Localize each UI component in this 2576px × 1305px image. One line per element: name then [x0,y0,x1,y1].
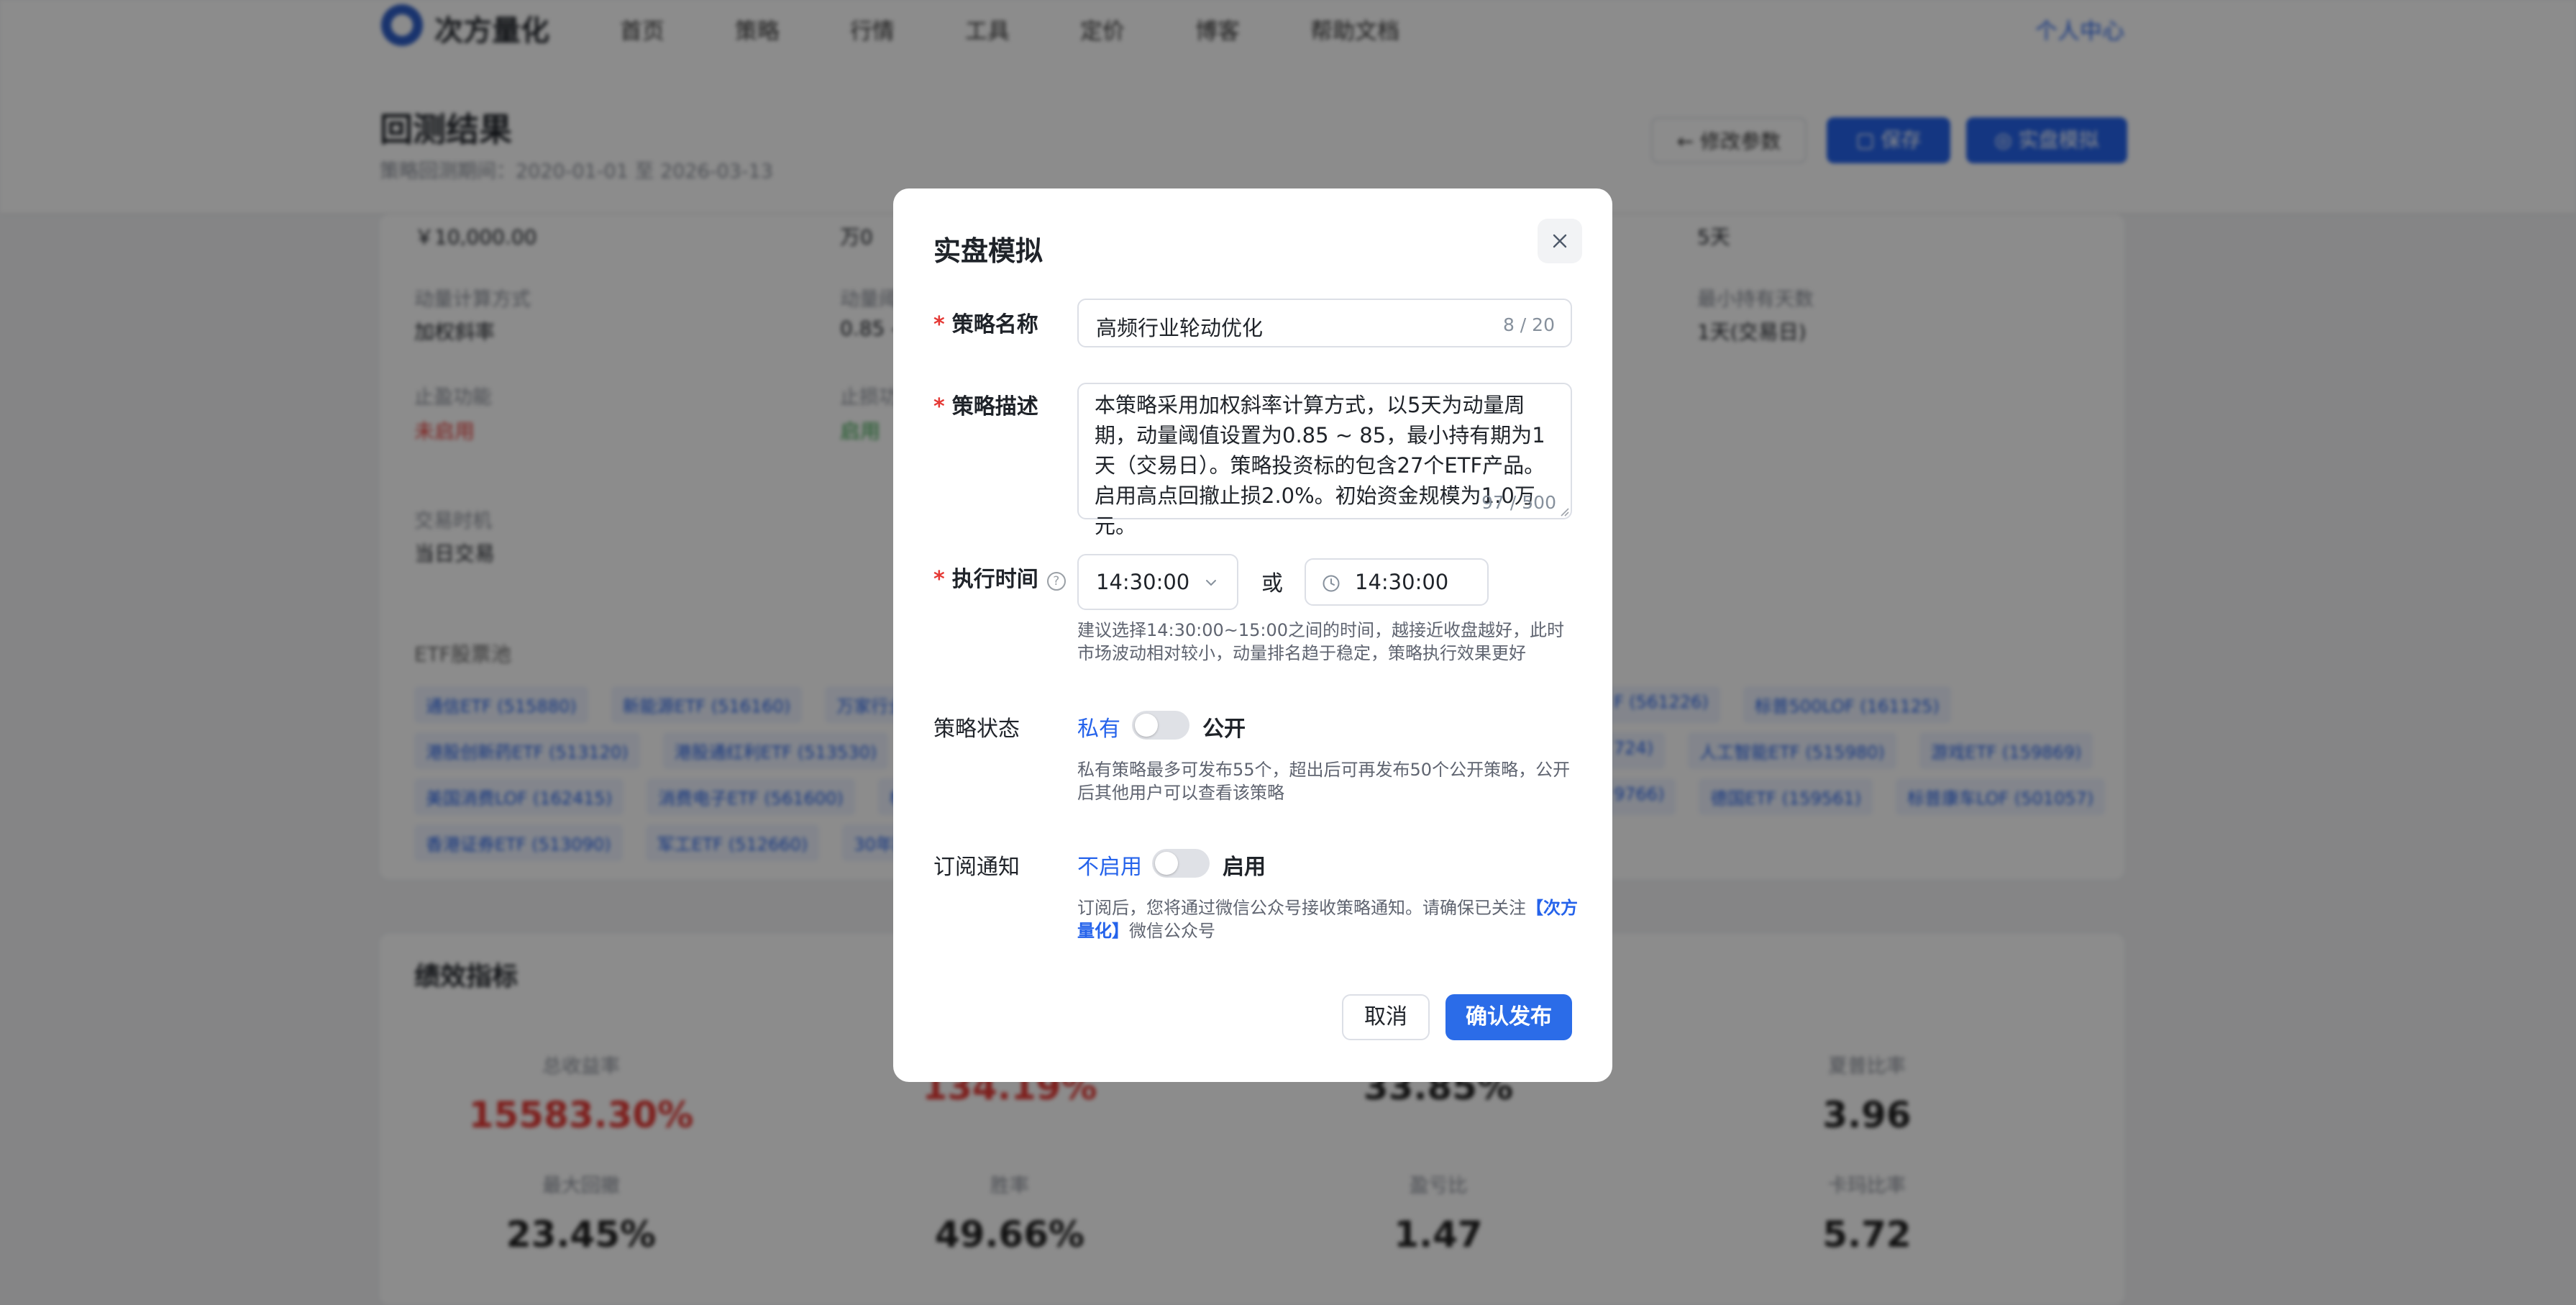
cancel-button[interactable]: 取消 [1342,994,1430,1040]
chevron-down-icon [1206,580,1216,586]
notify-hint-text: 订阅后，您将通过微信公众号接收策略通知。请确保已关注 [1077,898,1526,918]
status-private-option[interactable]: 私有 [1077,711,1120,742]
close-icon [1553,234,1567,248]
exec-time-select[interactable]: 14:30:00 [1077,554,1238,610]
exec-time-label: * 执行时间? [933,561,1066,593]
strategy-desc-label: * 策略描述 [933,388,1038,420]
status-public-option[interactable]: 公开 [1202,711,1246,742]
strategy-desc-textarea[interactable]: 本策略采用加权斜率计算方式，以5天为动量周期，动量阈值设置为0.85 ~ 85，… [1077,383,1572,538]
strategy-name-value: 高频行业轮动优化 [1096,316,1264,340]
close-button[interactable] [1538,219,1582,263]
strategy-desc-count: 97 / 500 [1481,492,1556,513]
exec-time-select-value: 14:30:00 [1096,570,1190,594]
notify-hint: 订阅后，您将通过微信公众号接收策略通知。请确保已关注【次方量化】微信公众号 [1077,896,1581,942]
exec-time-picker[interactable]: 14:30:00 [1305,558,1489,606]
modal-title: 实盘模拟 [933,235,1043,267]
resize-grip-icon[interactable] [1559,506,1569,517]
required-mark: * [933,567,945,592]
strategy-name-input[interactable]: 高频行业轮动优化 8 / 20 [1077,299,1572,347]
strategy-name-label-text: 策略名称 [951,312,1038,337]
or-text: 或 [1261,571,1283,596]
exec-time-picker-value: 14:30:00 [1355,570,1449,594]
exec-time-label-text: 执行时间 [951,567,1038,592]
strategy-desc-label-text: 策略描述 [951,394,1038,419]
simulate-modal: 实盘模拟 * 策略名称 高频行业轮动优化 8 / 20 * 策略描述 本策略采用加权… [893,188,1612,1082]
notify-off-option[interactable]: 不启用 [1077,849,1142,881]
strategy-status-hint: 私有策略最多可发布55个，超出后可再发布50个公开策略，公开后其他用户可以查看该… [1077,760,1571,803]
required-mark: * [933,394,945,419]
notify-label: 订阅通知 [933,855,1020,880]
strategy-name-count: 8 / 20 [1502,314,1555,335]
notify-hint-tail: 微信公众号 [1129,921,1215,941]
status-toggle[interactable] [1132,711,1189,740]
clock-icon [1323,575,1340,592]
notify-toggle[interactable] [1152,849,1210,878]
strategy-name-label: * 策略名称 [933,306,1038,338]
exec-time-hint: 建议选择14:30:00~15:00之间的时间，越接近收盘越好，此时市场波动相对… [1077,620,1565,663]
help-icon[interactable]: ? [1046,572,1066,591]
notify-on-option[interactable]: 启用 [1223,849,1266,881]
confirm-publish-button[interactable]: 确认发布 [1445,994,1572,1040]
strategy-desc-value: 本策略采用加权斜率计算方式，以5天为动量周期，动量阈值设置为0.85 ~ 85，… [1095,393,1545,538]
required-mark: * [933,312,945,337]
strategy-status-label: 策略状态 [933,717,1020,742]
